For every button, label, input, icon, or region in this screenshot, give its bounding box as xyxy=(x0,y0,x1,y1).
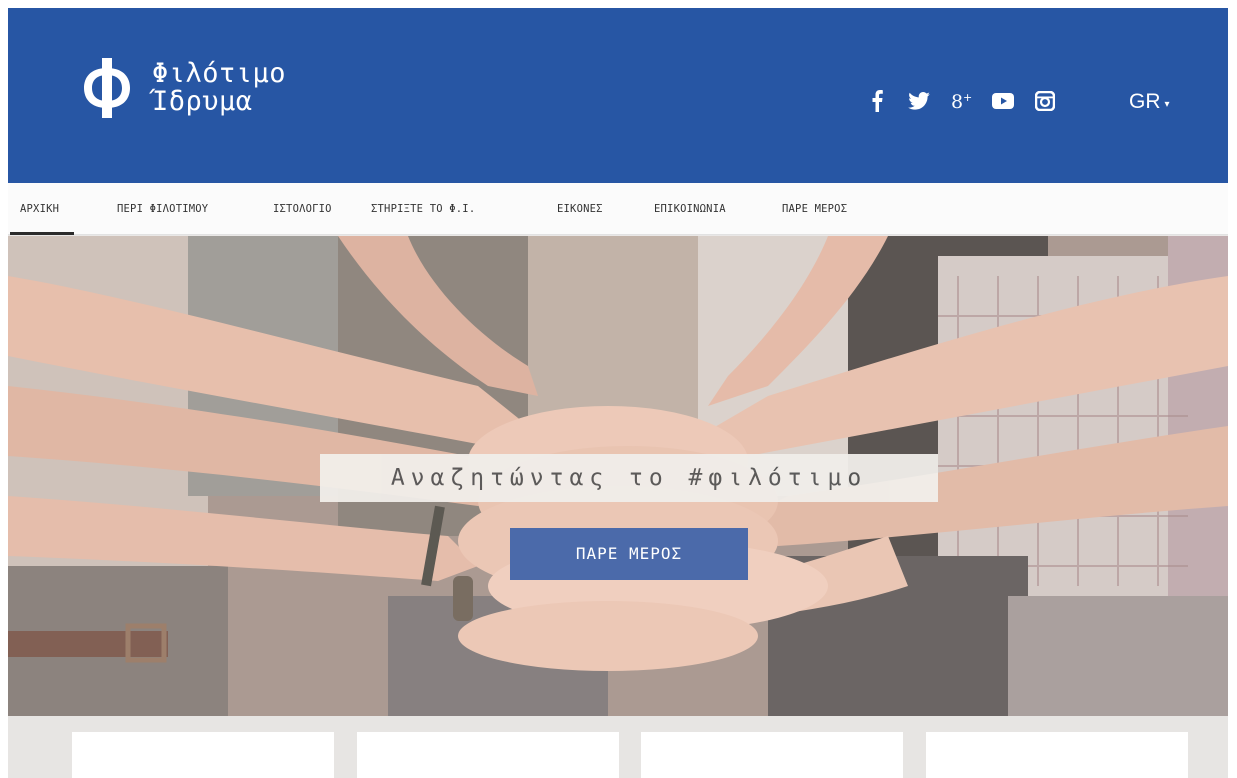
nav-item-home[interactable]: ΑΡΧΙΚΗ xyxy=(9,183,75,235)
nav-item-participate[interactable]: ΠΑΡΕ ΜΕΡΟΣ xyxy=(782,183,847,235)
caret-down-icon: ▾ xyxy=(1164,98,1170,110)
participate-button[interactable]: ΠΑΡΕ ΜΕΡΟΣ xyxy=(510,528,748,580)
social-links: 8 + xyxy=(866,90,1056,112)
nav-item-blog[interactable]: ΙΣΤΟΛΟΓΙΟ xyxy=(273,183,332,235)
page: Φιλότιμο Ίδρυμα 8 + GR ▾ ΑΡΧΙΚΗ ΠΕΡΙ ΦΙΛ… xyxy=(8,8,1228,778)
hero-search-banner: Αναζητώντας το #φιλότιμο xyxy=(320,454,938,502)
svg-text:+: + xyxy=(963,91,972,104)
language-label: GR xyxy=(1129,90,1161,113)
language-selector[interactable]: GR ▾ xyxy=(1129,90,1170,114)
brand-line-2: Ίδρυμα xyxy=(152,86,253,117)
main-nav: ΑΡΧΙΚΗ ΠΕΡΙ ΦΙΛΟΤΙΜΟΥ ΙΣΤΟΛΟΓΙΟ ΣΤΗΡΙΞΤΕ… xyxy=(8,183,1228,235)
site-header: Φιλότιμο Ίδρυμα 8 + GR ▾ xyxy=(8,8,1228,183)
nav-item-about[interactable]: ΠΕΡΙ ΦΙΛΟΤΙΜΟΥ xyxy=(117,183,208,235)
facebook-icon[interactable] xyxy=(866,90,888,112)
nav-item-images[interactable]: ΕΙΚΟΝΕΣ xyxy=(557,183,603,235)
site-logo[interactable]: Φιλότιμο Ίδρυμα xyxy=(80,56,286,120)
svg-text:8: 8 xyxy=(951,91,963,112)
feature-card[interactable] xyxy=(357,732,619,778)
instagram-icon[interactable] xyxy=(1034,90,1056,112)
nav-item-contact[interactable]: ΕΠΙΚΟΙΝΩΝΙΑ xyxy=(654,183,726,235)
phi-logo-icon xyxy=(84,58,130,118)
nav-item-support[interactable]: ΣΤΗΡΙΞΤΕ ΤΟ Φ.Ι. xyxy=(371,183,475,235)
feature-cards xyxy=(8,716,1228,778)
feature-card[interactable] xyxy=(72,732,334,778)
feature-card[interactable] xyxy=(641,732,903,778)
twitter-icon[interactable] xyxy=(908,90,930,112)
brand-line-1: Φιλότιμο xyxy=(152,58,287,89)
youtube-icon[interactable] xyxy=(992,90,1014,112)
google-plus-icon[interactable]: 8 + xyxy=(950,90,972,112)
brand-name: Φιλότιμο Ίδρυμα xyxy=(152,60,286,116)
hero-banner: Αναζητώντας το #φιλότιμο ΠΑΡΕ ΜΕΡΟΣ xyxy=(8,236,1228,716)
feature-card[interactable] xyxy=(926,732,1188,778)
